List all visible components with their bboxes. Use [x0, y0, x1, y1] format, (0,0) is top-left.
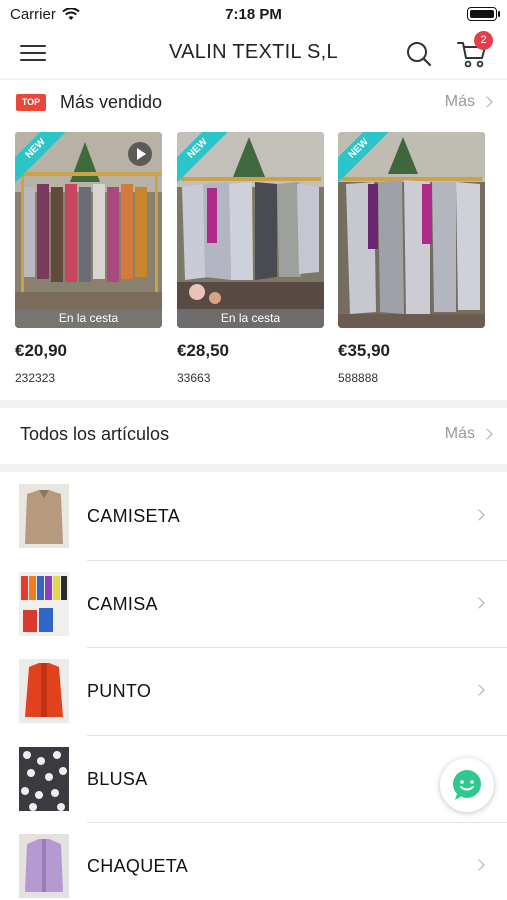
- category-label: CHAQUETA: [87, 856, 189, 876]
- search-button[interactable]: [404, 39, 434, 69]
- product-code: 588888: [338, 371, 379, 385]
- section-divider: [0, 464, 507, 472]
- all-items-header: Todos los artículos Más: [0, 412, 507, 458]
- category-thumbnail: [19, 484, 69, 548]
- category-row[interactable]: CAMISETA: [0, 473, 507, 561]
- chevron-right-icon: [481, 428, 493, 440]
- product-price: €28,50: [177, 341, 229, 360]
- status-bar: Carrier 7:18 PM: [0, 0, 507, 28]
- chat-button[interactable]: [440, 758, 494, 812]
- best-sellers-title: Más vendido: [60, 92, 163, 112]
- chevron-right-icon: [473, 859, 485, 871]
- battery-icon: [467, 7, 500, 21]
- product-price: €20,90: [15, 341, 67, 360]
- product-image: NEW En la cesta: [177, 132, 324, 328]
- in-cart-label: En la cesta: [177, 309, 324, 328]
- more-label: Más: [444, 93, 475, 110]
- category-row[interactable]: PUNTO: [0, 648, 507, 736]
- category-thumbnail: [19, 834, 69, 898]
- chevron-right-icon: [473, 684, 485, 696]
- category-row[interactable]: BLUSA: [0, 735, 507, 823]
- nav-bar: VALIN TEXTIL S,L: [0, 28, 507, 78]
- category-label: CAMISETA: [87, 506, 181, 526]
- best-sellers-carousel: NEW En la cesta €20,90 232323 NEW En la …: [0, 126, 507, 400]
- product-image: NEW: [338, 132, 485, 328]
- all-items-more-link[interactable]: Más: [444, 425, 493, 443]
- best-sellers-more-link[interactable]: Más: [444, 93, 493, 111]
- status-time: 7:18 PM: [225, 6, 282, 23]
- section-divider: [0, 400, 507, 408]
- top-badge: TOP: [16, 94, 46, 111]
- product-image: NEW En la cesta: [15, 132, 162, 328]
- product-card[interactable]: NEW En la cesta €28,50 33663: [177, 132, 324, 385]
- cart-count-badge: 2: [474, 31, 493, 50]
- product-photo: [338, 132, 485, 328]
- more-label: Más: [444, 425, 475, 442]
- product-code: 232323: [15, 371, 56, 385]
- product-price: €35,90: [338, 341, 390, 360]
- category-label: CAMISA: [87, 593, 158, 614]
- category-thumbnail: [19, 659, 69, 723]
- search-icon: [407, 42, 432, 67]
- best-sellers-header: TOP Más vendido Más: [0, 80, 507, 126]
- product-photo: [177, 132, 324, 328]
- chevron-right-icon: [481, 96, 493, 108]
- product-code: 33663: [177, 371, 211, 385]
- product-card[interactable]: NEW €35,90 588888: [338, 132, 485, 385]
- chevron-right-icon: [473, 509, 485, 521]
- all-items-title: Todos los artículos: [20, 424, 170, 444]
- chat-icon: [453, 770, 481, 800]
- chevron-right-icon: [473, 596, 485, 609]
- category-label: PUNTO: [87, 681, 152, 701]
- category-row[interactable]: CAMISA: [0, 560, 507, 648]
- category-thumbnail: [19, 746, 69, 811]
- category-label: BLUSA: [87, 768, 148, 789]
- play-video-icon[interactable]: [128, 142, 152, 166]
- product-card[interactable]: NEW En la cesta €20,90 232323: [15, 132, 162, 385]
- category-thumbnail: [19, 571, 69, 636]
- category-list: CAMISETA CAMISA PUNTO BLUSA CHAQUETA: [0, 473, 507, 900]
- category-row[interactable]: CHAQUETA: [0, 823, 507, 900]
- in-cart-label: En la cesta: [15, 309, 162, 328]
